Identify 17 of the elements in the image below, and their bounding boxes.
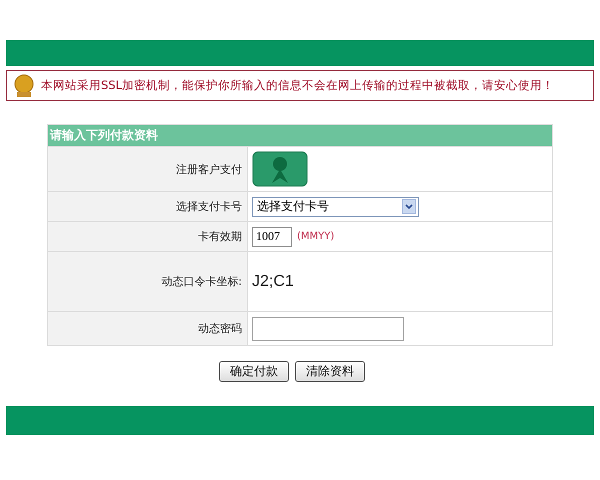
card-select[interactable]: 选择支付卡号 bbox=[252, 196, 419, 216]
field-label: 动态密码 bbox=[198, 321, 242, 336]
notice-text: 本网站采用SSL加密机制，能保护你所输入的信息不会在网上传输的过程中被截取，请安心使用！ bbox=[41, 78, 554, 93]
field-label: 注册客户支付 bbox=[176, 162, 242, 176]
confirm-button[interactable]: 确定付款 bbox=[219, 361, 289, 382]
form-title: 请输入下列付款资料 bbox=[48, 125, 552, 146]
password-field[interactable] bbox=[252, 316, 404, 340]
format-hint: (MMYY) bbox=[297, 231, 334, 242]
lock-seal-icon bbox=[13, 74, 35, 98]
user-icon bbox=[252, 151, 308, 187]
field-label: 选择支付卡号 bbox=[176, 199, 242, 214]
field-label: 卡有效期 bbox=[198, 229, 242, 244]
card-coordinate: J2;C1 bbox=[252, 272, 294, 290]
chevron-icon bbox=[405, 204, 413, 210]
clear-button[interactable]: 清除资料 bbox=[295, 361, 365, 382]
expiry-field[interactable]: 1007 bbox=[252, 226, 292, 246]
field-label: 动态口令卡坐标: bbox=[161, 274, 242, 289]
